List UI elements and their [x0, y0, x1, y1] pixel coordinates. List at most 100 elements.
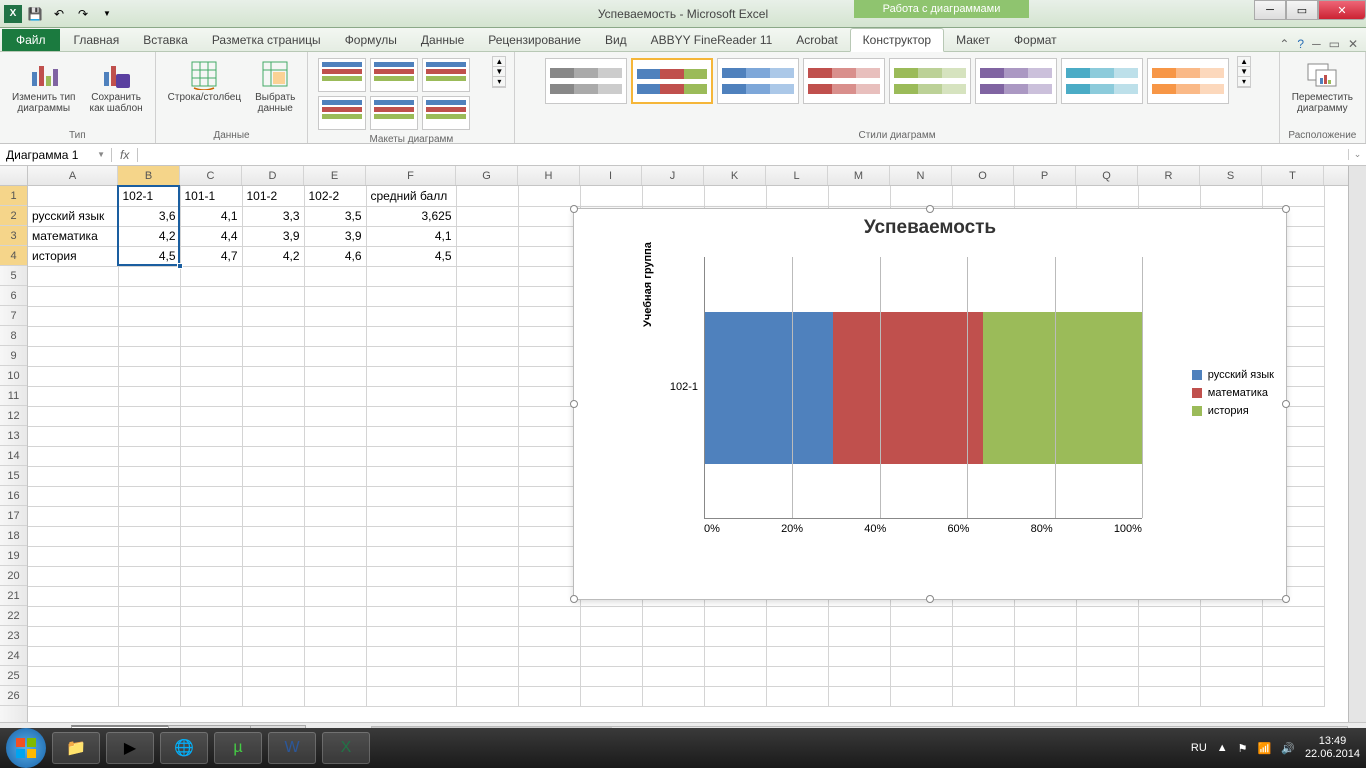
- layouts-scroll[interactable]: ▲▼▾: [492, 56, 506, 88]
- cell[interactable]: 3,5: [304, 206, 366, 226]
- qat-redo-icon[interactable]: ↷: [72, 3, 94, 25]
- cell[interactable]: [366, 566, 456, 586]
- column-header[interactable]: N: [890, 166, 952, 185]
- cell[interactable]: [952, 186, 1014, 206]
- cell[interactable]: [304, 486, 366, 506]
- cell[interactable]: [118, 526, 180, 546]
- legend-item[interactable]: история: [1192, 405, 1274, 417]
- row-header[interactable]: 6: [0, 286, 27, 306]
- row-header[interactable]: 23: [0, 626, 27, 646]
- cell[interactable]: [642, 626, 704, 646]
- tray-clock[interactable]: 13:49 22.06.2014: [1305, 735, 1360, 761]
- cell[interactable]: 4,5: [118, 246, 180, 266]
- cell[interactable]: [518, 446, 580, 466]
- cell[interactable]: [180, 606, 242, 626]
- chart-style-option[interactable]: [1147, 58, 1229, 104]
- cell[interactable]: [580, 626, 642, 646]
- chart-style-option[interactable]: [1061, 58, 1143, 104]
- embedded-chart[interactable]: Успеваемость Учебная группа 102-1 0%20%4…: [573, 208, 1287, 600]
- chart-style-option[interactable]: [631, 58, 713, 104]
- cell[interactable]: [242, 586, 304, 606]
- cell[interactable]: [1014, 686, 1076, 706]
- cell[interactable]: 4,2: [242, 246, 304, 266]
- cell[interactable]: [28, 626, 118, 646]
- cell[interactable]: [28, 306, 118, 326]
- cell[interactable]: [242, 686, 304, 706]
- ribbon-tab-acrobat[interactable]: Acrobat: [784, 29, 849, 51]
- cell[interactable]: [242, 606, 304, 626]
- help-icon[interactable]: ?: [1297, 37, 1304, 51]
- cell[interactable]: [580, 186, 642, 206]
- cell[interactable]: [456, 526, 518, 546]
- row-header[interactable]: 10: [0, 366, 27, 386]
- row-header[interactable]: 9: [0, 346, 27, 366]
- ribbon-tab-макет[interactable]: Макет: [944, 29, 1002, 51]
- cell[interactable]: [890, 646, 952, 666]
- ribbon-tab-вид[interactable]: Вид: [593, 29, 639, 51]
- tray-volume-icon[interactable]: 🔊: [1281, 742, 1295, 755]
- cell[interactable]: [28, 346, 118, 366]
- chart-resize-handle[interactable]: [570, 595, 578, 603]
- cell[interactable]: 4,5: [366, 246, 456, 266]
- cell[interactable]: [242, 666, 304, 686]
- cells-area[interactable]: 102-1101-1101-2102-2средний баллрусский …: [28, 186, 1366, 722]
- cell[interactable]: [242, 506, 304, 526]
- chart-resize-handle[interactable]: [570, 205, 578, 213]
- cell[interactable]: [518, 486, 580, 506]
- cell[interactable]: [304, 686, 366, 706]
- cell[interactable]: [180, 486, 242, 506]
- cell[interactable]: [518, 326, 580, 346]
- cell[interactable]: [304, 566, 366, 586]
- cell[interactable]: [118, 606, 180, 626]
- cell[interactable]: [518, 186, 580, 206]
- cell[interactable]: [890, 606, 952, 626]
- cell[interactable]: [118, 326, 180, 346]
- cell[interactable]: [1262, 606, 1324, 626]
- cell[interactable]: 101-2: [242, 186, 304, 206]
- cell[interactable]: [366, 306, 456, 326]
- cell[interactable]: [242, 406, 304, 426]
- cell[interactable]: [304, 266, 366, 286]
- cell[interactable]: [304, 306, 366, 326]
- cell[interactable]: [1262, 686, 1324, 706]
- cell[interactable]: [304, 526, 366, 546]
- cell[interactable]: [118, 586, 180, 606]
- cell[interactable]: [366, 326, 456, 346]
- cell[interactable]: [766, 686, 828, 706]
- cell[interactable]: [180, 546, 242, 566]
- ribbon-tab-главная[interactable]: Главная: [62, 29, 132, 51]
- cell[interactable]: [890, 666, 952, 686]
- cell[interactable]: [456, 326, 518, 346]
- cell[interactable]: [28, 686, 118, 706]
- cell[interactable]: 3,625: [366, 206, 456, 226]
- cell[interactable]: [180, 686, 242, 706]
- cell[interactable]: [28, 466, 118, 486]
- row-header[interactable]: 2: [0, 206, 27, 226]
- cell[interactable]: [118, 566, 180, 586]
- row-header[interactable]: 24: [0, 646, 27, 666]
- cell[interactable]: [366, 486, 456, 506]
- cell[interactable]: [456, 286, 518, 306]
- row-header[interactable]: 20: [0, 566, 27, 586]
- cell[interactable]: [518, 266, 580, 286]
- cell[interactable]: [118, 286, 180, 306]
- column-header[interactable]: G: [456, 166, 518, 185]
- chart-resize-handle[interactable]: [1282, 400, 1290, 408]
- cell[interactable]: [1200, 626, 1262, 646]
- cell[interactable]: [242, 346, 304, 366]
- chart-layout-option[interactable]: [318, 96, 366, 130]
- ribbon-tab-формат[interactable]: Формат: [1002, 29, 1069, 51]
- legend-item[interactable]: русский язык: [1192, 369, 1274, 381]
- legend-item[interactable]: математика: [1192, 387, 1274, 399]
- cell[interactable]: [118, 306, 180, 326]
- column-header[interactable]: R: [1138, 166, 1200, 185]
- cell[interactable]: [766, 646, 828, 666]
- cell[interactable]: [580, 666, 642, 686]
- chart-resize-handle[interactable]: [926, 205, 934, 213]
- cell[interactable]: [180, 586, 242, 606]
- taskbar-media-icon[interactable]: ▶: [106, 732, 154, 764]
- cell[interactable]: [456, 266, 518, 286]
- cell[interactable]: [242, 426, 304, 446]
- cell[interactable]: 101-1: [180, 186, 242, 206]
- cell[interactable]: математика: [28, 226, 118, 246]
